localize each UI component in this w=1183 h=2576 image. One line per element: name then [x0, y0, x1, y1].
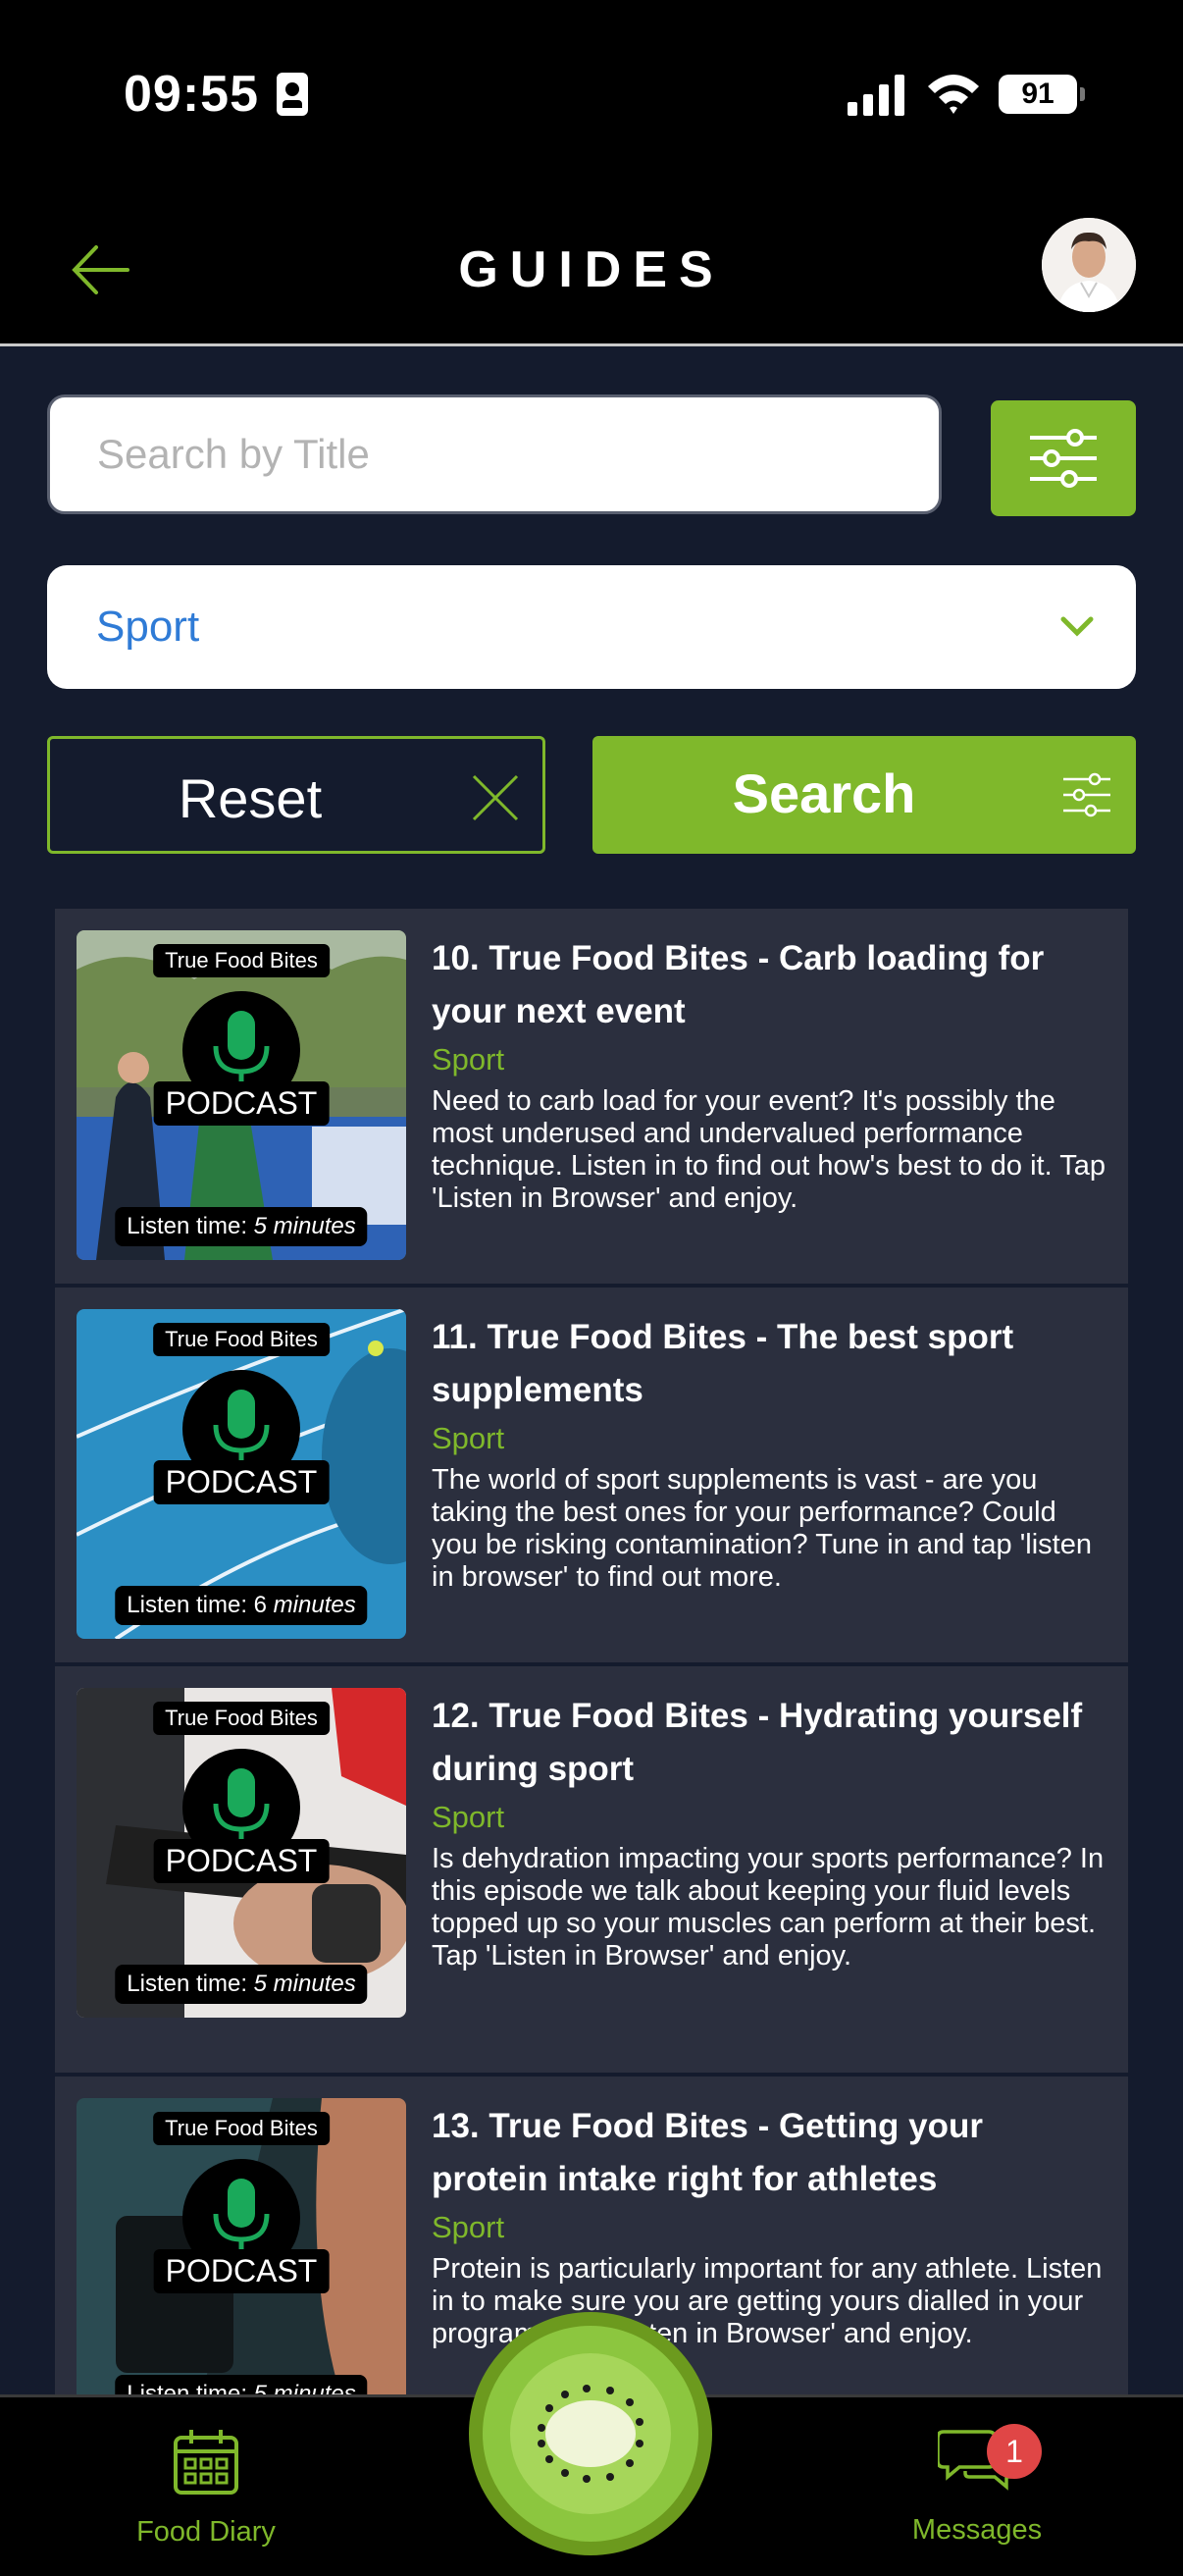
page-title: GUIDES	[458, 241, 725, 298]
calendar-icon	[174, 2430, 238, 2495]
guide-title[interactable]: 10. True Food Bites - Carb loading for y…	[432, 932, 1108, 1038]
category-dropdown[interactable]: Sport	[47, 565, 1136, 689]
listen-time-prefix: Listen time:	[127, 1213, 254, 1239]
listen-time: Listen time: 5 minutes	[115, 1965, 368, 2004]
listen-time-duration: minutes	[273, 1592, 356, 1618]
listen-time: Listen time: 6 minutes	[115, 1586, 368, 1625]
listen-time: Listen time: 5 minutes	[115, 2375, 368, 2394]
podcast-label: PODCAST	[153, 2249, 330, 2293]
guide-card[interactable]: True Food Bites PODCAST Listen time: 5 m…	[55, 1666, 1128, 2077]
guide-title[interactable]: 12. True Food Bites - Hydrating yourself…	[432, 1690, 1108, 1796]
podcast-series-tag: True Food Bites	[153, 1702, 330, 1735]
search-button[interactable]: Search	[592, 736, 1136, 854]
podcast-series-tag: True Food Bites	[153, 944, 330, 977]
filter-button[interactable]	[991, 400, 1136, 516]
guide-thumbnail: True Food Bites PODCAST Listen time: 5 m…	[77, 1688, 406, 2018]
guide-thumbnail: True Food Bites PODCAST Listen time: 5 m…	[77, 2098, 406, 2394]
tab-messages-label: Messages	[911, 2514, 1043, 2546]
listen-time-duration: 5 minutes	[253, 2381, 356, 2394]
status-bar: 09:55 91	[0, 0, 1183, 196]
tab-messages[interactable]: 1 Messages	[889, 2424, 1065, 2546]
sliders-icon	[1063, 772, 1110, 817]
close-icon	[472, 774, 519, 821]
avatar[interactable]	[1042, 218, 1136, 312]
search-input[interactable]	[50, 397, 939, 511]
listen-time: Listen time: 5 minutes	[115, 1207, 368, 1246]
cellular-signal-icon	[848, 75, 904, 116]
battery-indicator: 91	[999, 75, 1085, 114]
search-button-label: Search	[732, 762, 916, 824]
guide-description: The world of sport supplements is vast -…	[432, 1464, 1092, 1593]
listen-time-duration: 5 minutes	[253, 1971, 356, 1997]
tab-food-diary[interactable]: Food Diary	[118, 2428, 294, 2548]
guide-title[interactable]: 13. True Food Bites - Getting your prote…	[432, 2100, 1108, 2206]
podcast-label: PODCAST	[153, 1460, 330, 1504]
messages-unread-badge: 1	[987, 2424, 1042, 2479]
tab-food-diary-label: Food Diary	[136, 2516, 276, 2548]
podcast-series-tag: True Food Bites	[153, 1323, 330, 1356]
reset-button[interactable]: Reset	[47, 736, 545, 854]
podcast-label: PODCAST	[153, 1839, 330, 1883]
guides-list[interactable]: True Food Bites PODCAST Listen time: 5 m…	[55, 909, 1128, 2394]
status-time: 09:55	[124, 66, 259, 123]
chevron-down-icon	[1060, 616, 1094, 637]
listen-time-prefix: Listen time: 6	[127, 1592, 274, 1618]
listen-time-prefix: Listen time:	[127, 1971, 254, 1997]
guide-category: Sport	[432, 2210, 505, 2244]
guide-category: Sport	[432, 1800, 505, 1834]
listen-time-duration: 5 minutes	[253, 1213, 356, 1239]
search-field[interactable]	[47, 394, 942, 514]
guide-thumbnail: True Food Bites PODCAST Listen time: 5 m…	[77, 930, 406, 1260]
sliders-icon	[1030, 429, 1097, 488]
category-selected-value: Sport	[96, 603, 200, 651]
guide-card[interactable]: True Food Bites PODCAST Listen time: 5 m…	[55, 909, 1128, 1288]
wifi-icon	[928, 75, 979, 114]
guide-title[interactable]: 11. True Food Bites - The best sport sup…	[432, 1311, 1108, 1417]
listen-time-prefix: Listen time:	[127, 2381, 254, 2394]
podcast-label: PODCAST	[153, 1081, 330, 1126]
kiwi-icon[interactable]	[467, 2310, 714, 2557]
guide-description: Need to carb load for your event? It's p…	[432, 1085, 1106, 1214]
guide-description: Is dehydration impacting your sports per…	[432, 1843, 1105, 1971]
reset-button-label: Reset	[178, 767, 323, 829]
contact-card-icon	[277, 73, 308, 116]
podcast-series-tag: True Food Bites	[153, 2112, 330, 2145]
guide-thumbnail: True Food Bites PODCAST Listen time: 6 m…	[77, 1309, 406, 1639]
guide-category: Sport	[432, 1042, 505, 1077]
guide-category: Sport	[432, 1421, 505, 1455]
guide-card[interactable]: True Food Bites PODCAST Listen time: 6 m…	[55, 1288, 1128, 1666]
